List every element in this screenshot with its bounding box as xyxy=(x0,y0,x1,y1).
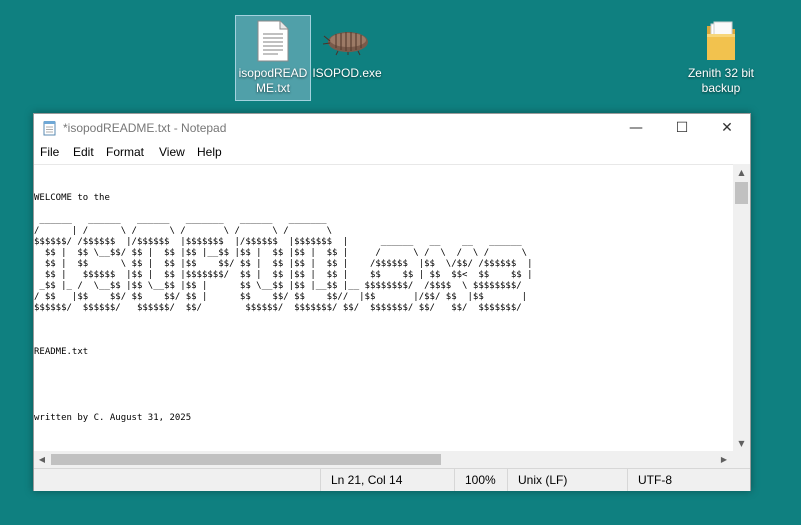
maximize-button[interactable]: ☐ xyxy=(659,114,705,142)
desktop-icon-label: Zenith 32 bit backup xyxy=(687,66,755,95)
menu-bar: File Edit Format View Help xyxy=(34,142,750,164)
menu-view[interactable]: View xyxy=(159,145,185,159)
scroll-up-icon[interactable]: ▲ xyxy=(733,164,750,180)
desktop-icon-label: isopodREADME.txt xyxy=(238,66,308,95)
status-encoding: UTF-8 xyxy=(627,469,751,491)
notepad-icon xyxy=(42,120,58,140)
status-position: Ln 21, Col 14 xyxy=(320,469,455,491)
minimize-button[interactable]: — xyxy=(613,114,659,142)
vertical-scrollbar[interactable]: ▲ ▼ xyxy=(733,164,750,451)
menu-file[interactable]: File xyxy=(40,145,59,159)
title-bar[interactable]: *isopodREADME.txt - Notepad — ☐ ✕ xyxy=(34,114,750,142)
scroll-down-icon[interactable]: ▼ xyxy=(733,435,750,451)
horizontal-scroll-thumb[interactable] xyxy=(51,454,441,465)
scroll-right-icon[interactable]: ▶ xyxy=(716,451,732,468)
text-file-icon xyxy=(236,16,310,66)
desktop-icon-zenith-backup[interactable]: Zenith 32 bit backup xyxy=(684,16,758,100)
text-editor[interactable]: WELCOME to the ______ ______ ______ ____… xyxy=(34,164,733,452)
menu-edit[interactable]: Edit xyxy=(73,145,94,159)
document-text: WELCOME to the ______ ______ ______ ____… xyxy=(34,193,533,423)
scroll-left-icon[interactable]: ◀ xyxy=(34,451,50,468)
desktop-icon-readme[interactable]: isopodREADME.txt xyxy=(235,15,311,101)
status-bar: Ln 21, Col 14 100% Unix (LF) UTF-8 xyxy=(34,468,750,491)
close-button[interactable]: ✕ xyxy=(704,114,750,142)
status-line-ending: Unix (LF) xyxy=(507,469,628,491)
vertical-scroll-thumb[interactable] xyxy=(735,182,748,204)
desktop-icon-isopod-exe[interactable]: ISOPOD.exe xyxy=(310,16,384,86)
folder-icon xyxy=(684,16,758,66)
horizontal-scrollbar[interactable]: ◀ ▶ xyxy=(34,451,733,468)
status-zoom: 100% xyxy=(454,469,505,491)
window-title: *isopodREADME.txt - Notepad xyxy=(63,121,227,135)
desktop-icon-label: ISOPOD.exe xyxy=(312,66,382,80)
menu-help[interactable]: Help xyxy=(197,145,222,159)
scrollbar-corner xyxy=(733,451,750,468)
menu-format[interactable]: Format xyxy=(106,145,144,159)
notepad-window: *isopodREADME.txt - Notepad — ☐ ✕ File E… xyxy=(33,113,751,491)
isopod-icon xyxy=(310,16,384,66)
